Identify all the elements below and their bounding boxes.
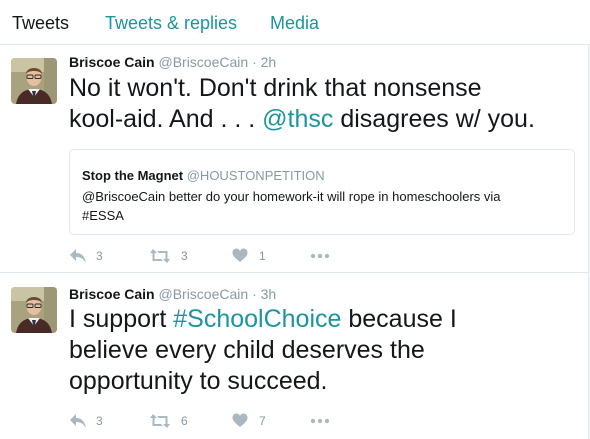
tweet-text-fragment: disagrees w/ you. (333, 105, 535, 133)
tweet-text-line: No it won't. Don't drink that nonsense (69, 74, 482, 102)
tweet-text-fragment: I support (69, 305, 174, 333)
tweet-text-line: believe every child deserves the (69, 336, 425, 364)
quoted-tweet-header: Stop the Magnet @HOUSTONPETITION (82, 168, 325, 184)
tweet-text-fragment: because I (341, 305, 457, 333)
like-count: 7 (259, 414, 266, 428)
tweet-header: Briscoe Cain @BriscoeCain · 2h (69, 53, 276, 71)
author-name[interactable]: Briscoe Cain (69, 54, 155, 70)
avatar[interactable] (11, 287, 57, 333)
separator-dot: · (252, 54, 257, 70)
quoted-tweet-text: @BriscoeCain better do your homework-it … (82, 187, 567, 225)
mention-link[interactable]: @thsc (262, 105, 333, 133)
quoted-author-name: Stop the Magnet (82, 168, 184, 183)
separator-dot: · (252, 286, 257, 302)
timestamp[interactable]: 3h (261, 286, 277, 302)
reply-icon (70, 414, 86, 428)
tweet-text-line: opportunity to succeed. (69, 367, 328, 395)
retweet-count: 6 (181, 414, 188, 428)
tab-tweets[interactable]: Tweets (12, 12, 69, 34)
quoted-tweet[interactable]: Stop the Magnet @HOUSTONPETITION @Brisco… (69, 149, 575, 235)
reply-count: 3 (96, 249, 103, 263)
author-handle[interactable]: @BriscoeCain (158, 54, 248, 70)
timestamp[interactable]: 2h (261, 54, 277, 70)
author-name[interactable]: Briscoe Cain (69, 286, 155, 302)
tweet-text-line: I support #SchoolChoice because I (69, 304, 579, 335)
tweet[interactable]: Briscoe Cain @BriscoeCain · 2h No it won… (0, 44, 589, 272)
retweet-count: 3 (181, 249, 188, 263)
hashtag-link[interactable]: #SchoolChoice (173, 305, 341, 333)
retweet-icon (150, 414, 170, 428)
author-handle[interactable]: @BriscoeCain (158, 286, 248, 302)
like-count: 1 (259, 249, 266, 263)
quoted-text-line: #ESSA (82, 208, 124, 223)
tweet-actions: 3 3 1 (69, 247, 469, 265)
avatar[interactable] (11, 58, 57, 104)
tweet-text: No it won't. Don't drink that nonsense k… (69, 73, 579, 135)
reply-icon (70, 249, 86, 263)
heart-icon (232, 248, 248, 262)
reply-count: 3 (96, 414, 103, 428)
heart-icon (232, 413, 248, 427)
more-icon (310, 418, 330, 424)
tweet[interactable]: Briscoe Cain @BriscoeCain · 3h I support… (0, 272, 589, 439)
profile-tabs: Tweets Tweets & replies Media (0, 0, 590, 44)
more-icon (310, 253, 330, 259)
tweet-header: Briscoe Cain @BriscoeCain · 3h (69, 285, 276, 303)
tweet-text-fragment: kool-aid. And . . . (69, 105, 263, 133)
quoted-text-line: @BriscoeCain better do your homework-it … (82, 189, 501, 204)
tab-media[interactable]: Media (270, 12, 319, 34)
tweet-text: I support #SchoolChoice because I believ… (69, 304, 579, 397)
quoted-author-handle: @HOUSTONPETITION (186, 168, 325, 183)
retweet-icon (150, 249, 170, 263)
tab-tweets-and-replies[interactable]: Tweets & replies (105, 12, 237, 34)
tweet-text-line: kool-aid. And . . . @thsc disagrees w/ y… (69, 104, 579, 135)
profile-timeline: Tweets Tweets & replies Media Briscoe Ca… (0, 0, 590, 439)
tweet-actions: 3 6 7 (69, 412, 469, 430)
